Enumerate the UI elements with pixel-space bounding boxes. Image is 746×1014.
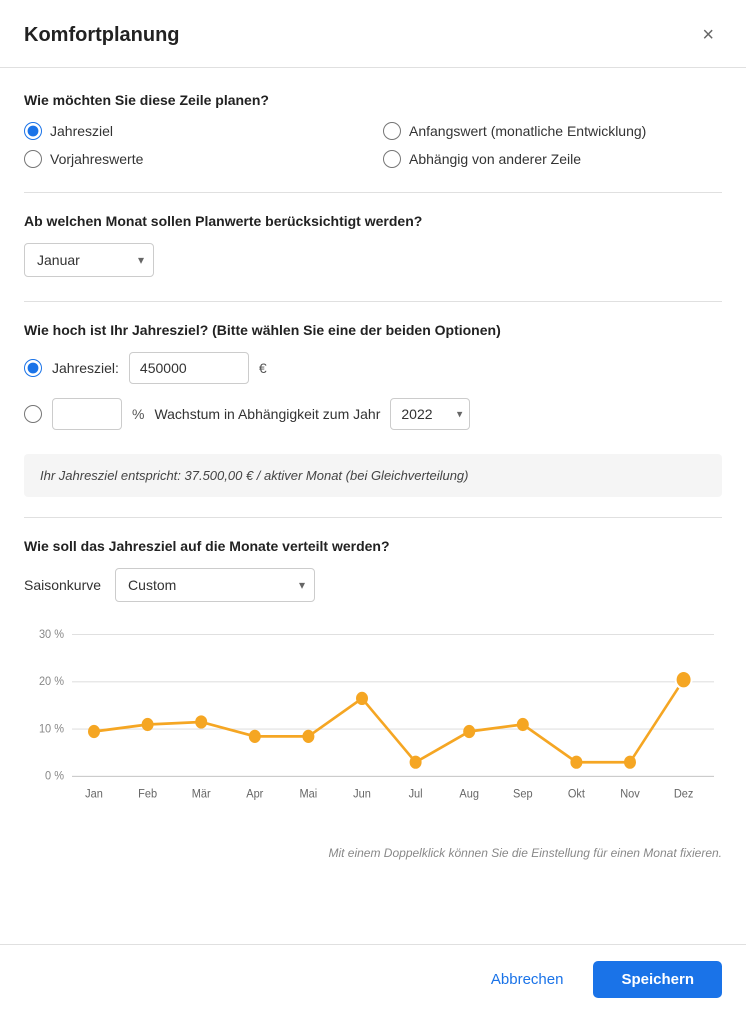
section-plan-type: Wie möchten Sie diese Zeile planen? Jahr… xyxy=(24,92,722,168)
dialog-title: Komfortplanung xyxy=(24,24,180,47)
option-vorjahreswerte[interactable]: Vorjahreswerte xyxy=(24,150,363,168)
svg-text:Apr: Apr xyxy=(246,788,263,801)
svg-text:Aug: Aug xyxy=(459,788,479,801)
svg-text:Jun: Jun xyxy=(353,788,371,801)
plan-type-options: Jahresziel Anfangswert (monatliche Entwi… xyxy=(24,122,722,168)
chart-point-okt[interactable] xyxy=(570,756,582,769)
chart-point-feb[interactable] xyxy=(142,718,154,731)
section-month: Ab welchen Monat sollen Planwerte berück… xyxy=(24,213,722,277)
distribution-chart: 30 % 20 % 10 % 0 % xyxy=(24,618,722,838)
saisonkurve-label: Saisonkurve xyxy=(24,577,101,593)
svg-text:20 %: 20 % xyxy=(39,676,64,689)
svg-text:Nov: Nov xyxy=(620,788,640,801)
section1-title: Wie möchten Sie diese Zeile planen? xyxy=(24,92,722,108)
saisonkurve-select[interactable]: Custom Gleichverteilung Vorjahr xyxy=(115,568,315,602)
option-abhaengig-label: Abhängig von anderer Zeile xyxy=(409,151,581,167)
section-jahresziel: Wie hoch ist Ihr Jahresziel? (Bitte wähl… xyxy=(24,322,722,430)
svg-text:10 %: 10 % xyxy=(39,723,64,736)
section3-title: Wie hoch ist Ihr Jahresziel? (Bitte wähl… xyxy=(24,322,722,338)
chart-point-jan[interactable] xyxy=(88,725,100,738)
option-anfangswert-label: Anfangswert (monatliche Entwicklung) xyxy=(409,123,646,139)
svg-text:Dez: Dez xyxy=(674,788,694,801)
svg-text:Mai: Mai xyxy=(300,788,318,801)
option-jahresziel[interactable]: Jahresziel xyxy=(24,122,363,140)
wachstum-year-wrapper: 2020 2021 2022 2023 ▾ xyxy=(390,398,470,430)
section2-title: Ab welchen Monat sollen Planwerte berück… xyxy=(24,213,722,229)
svg-text:Mär: Mär xyxy=(192,788,211,801)
option-anfangswert[interactable]: Anfangswert (monatliche Entwicklung) xyxy=(383,122,722,140)
section-distribution: Wie soll das Jahresziel auf die Monate v… xyxy=(24,538,722,860)
saisonkurve-row: Saisonkurve Custom Gleichverteilung Vorj… xyxy=(24,568,722,602)
wachstum-row: % Wachstum in Abhängigkeit zum Jahr 2020… xyxy=(24,398,722,430)
radio-jahresziel-value[interactable] xyxy=(24,359,42,377)
option-abhaengig[interactable]: Abhängig von anderer Zeile xyxy=(383,150,722,168)
info-text: Ihr Jahresziel entspricht: 37.500,00 € /… xyxy=(40,468,469,483)
option-vorjahreswerte-label: Vorjahreswerte xyxy=(50,151,143,167)
jahresziel-row: Jahresziel: € xyxy=(24,352,722,384)
svg-text:Okt: Okt xyxy=(568,788,586,801)
svg-text:Jan: Jan xyxy=(85,788,103,801)
chart-point-aug[interactable] xyxy=(463,725,475,738)
radio-vorjahreswerte[interactable] xyxy=(24,150,42,168)
wachstum-label: Wachstum in Abhängigkeit zum Jahr xyxy=(154,406,380,422)
chart-point-nov[interactable] xyxy=(624,756,636,769)
svg-text:30 %: 30 % xyxy=(39,628,64,641)
jahresziel-label: Jahresziel: xyxy=(52,360,119,376)
radio-jahresziel[interactable] xyxy=(24,122,42,140)
wachstum-percent-input[interactable] xyxy=(52,398,122,430)
chart-container: 30 % 20 % 10 % 0 % xyxy=(24,618,722,838)
radio-anfangswert[interactable] xyxy=(383,122,401,140)
chart-point-jun[interactable] xyxy=(356,692,368,705)
saisonkurve-select-wrapper: Custom Gleichverteilung Vorjahr ▾ xyxy=(115,568,315,602)
svg-text:Sep: Sep xyxy=(513,788,533,801)
cancel-button[interactable]: Abbrechen xyxy=(475,961,580,998)
info-box: Ihr Jahresziel entspricht: 37.500,00 € /… xyxy=(24,454,722,497)
chart-point-dez[interactable] xyxy=(676,671,692,689)
divider-3 xyxy=(24,517,722,518)
chart-point-mar[interactable] xyxy=(195,715,207,728)
dialog-footer: Abbrechen Speichern xyxy=(0,944,746,1014)
dialog-body: Wie möchten Sie diese Zeile planen? Jahr… xyxy=(0,68,746,944)
divider-1 xyxy=(24,192,722,193)
chart-hint: Mit einem Doppelklick können Sie die Ein… xyxy=(24,846,722,860)
month-select[interactable]: Januar Februar März April Mai Juni Juli … xyxy=(24,243,154,277)
percent-label: % xyxy=(132,406,144,422)
chart-point-jul[interactable] xyxy=(410,756,422,769)
jahresziel-input[interactable] xyxy=(129,352,249,384)
dialog-header: Komfortplanung × xyxy=(0,0,746,68)
komfortplanung-dialog: Komfortplanung × Wie möchten Sie diese Z… xyxy=(0,0,746,1014)
jahresziel-options: Jahresziel: € % Wachstum in Abhängigkeit… xyxy=(24,352,722,430)
close-button[interactable]: × xyxy=(694,20,722,51)
chart-point-apr[interactable] xyxy=(249,730,261,743)
svg-text:Jul: Jul xyxy=(409,788,423,801)
currency-label: € xyxy=(259,360,267,376)
section4-title: Wie soll das Jahresziel auf die Monate v… xyxy=(24,538,722,554)
radio-abhaengig[interactable] xyxy=(383,150,401,168)
svg-text:Feb: Feb xyxy=(138,788,157,801)
wachstum-year-select[interactable]: 2020 2021 2022 2023 xyxy=(390,398,470,430)
option-jahresziel-label: Jahresziel xyxy=(50,123,113,139)
chart-point-sep[interactable] xyxy=(517,718,529,731)
save-button[interactable]: Speichern xyxy=(593,961,722,998)
chart-point-mai[interactable] xyxy=(302,730,314,743)
radio-wachstum[interactable] xyxy=(24,405,42,423)
month-select-wrapper: Januar Februar März April Mai Juni Juli … xyxy=(24,243,154,277)
svg-text:0 %: 0 % xyxy=(45,770,64,783)
divider-2 xyxy=(24,301,722,302)
